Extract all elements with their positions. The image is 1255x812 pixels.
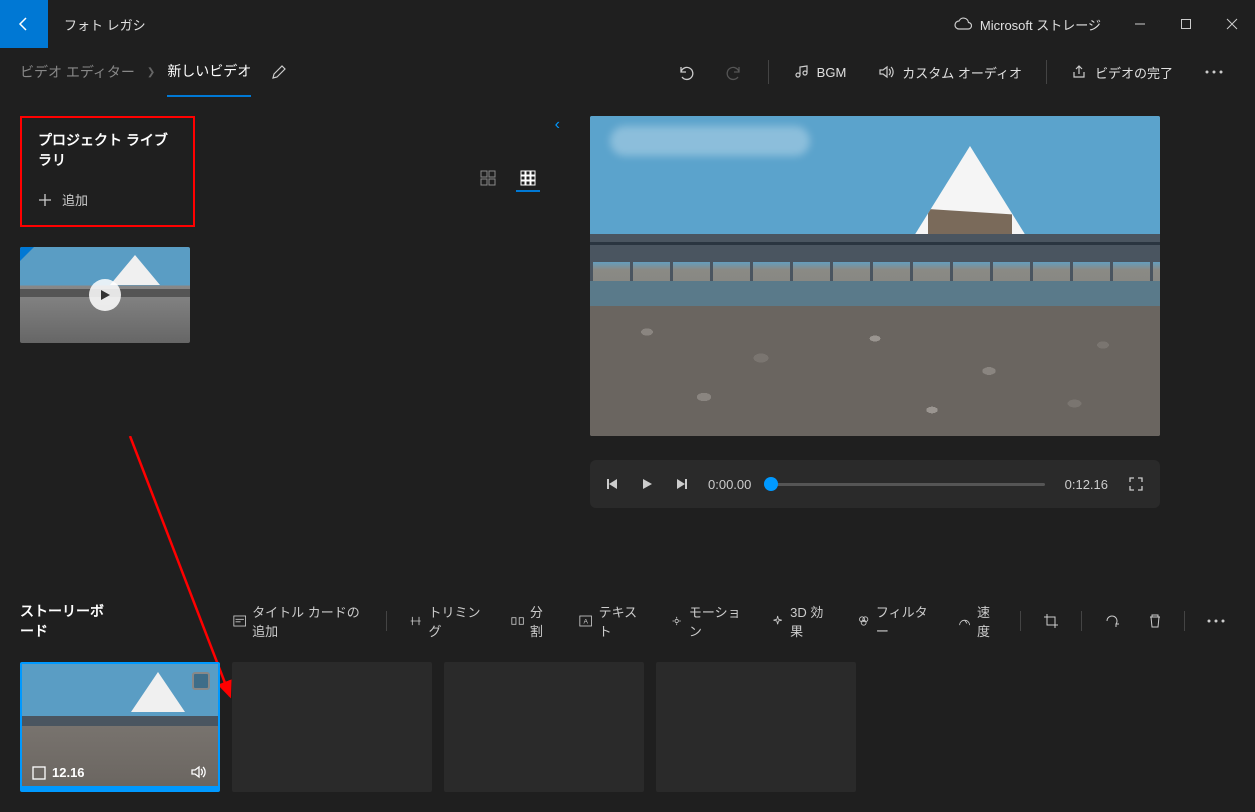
trash-icon: [1148, 613, 1162, 629]
close-button[interactable]: [1209, 0, 1255, 48]
storyboard-empty-slot[interactable]: [656, 662, 856, 792]
view-toggle-large[interactable]: [476, 166, 500, 192]
trim-button[interactable]: トリミング: [399, 596, 493, 646]
volume-icon: [190, 764, 208, 780]
music-icon: [793, 64, 809, 80]
fullscreen-button[interactable]: [1128, 476, 1144, 492]
total-time: 0:12.16: [1065, 477, 1108, 492]
storage-label: Microsoft ストレージ: [980, 15, 1101, 34]
plus-icon: [38, 193, 52, 207]
speed-icon: [958, 614, 971, 628]
text-icon: A: [579, 614, 592, 628]
app-title: フォト レガシ: [64, 15, 146, 34]
redo-icon: [726, 63, 744, 81]
motion-button[interactable]: モーション: [660, 596, 753, 646]
library-header-highlight: プロジェクト ライブラリ 追加: [20, 116, 195, 227]
split-icon: [511, 614, 524, 628]
finish-video-button[interactable]: ビデオの完了: [1059, 55, 1185, 90]
motion-icon: [670, 614, 683, 628]
filter-icon: [857, 614, 870, 628]
undo-button[interactable]: [664, 55, 706, 89]
text-button[interactable]: Aテキスト: [569, 596, 651, 646]
storyboard-title: ストーリーボード: [20, 601, 115, 641]
window-controls: [1117, 0, 1255, 48]
play-overlay-icon: [89, 279, 121, 311]
prev-frame-button[interactable]: [606, 477, 620, 491]
speed-button[interactable]: 速度: [948, 596, 1009, 646]
seek-handle[interactable]: [764, 477, 778, 491]
rename-button[interactable]: [271, 64, 287, 80]
minimize-button[interactable]: [1117, 0, 1163, 48]
breadcrumb-bar: ビデオ エディター ❯ 新しいビデオ BGM カスタム オーディオ ビデオの完了: [0, 48, 1255, 96]
breadcrumb-current[interactable]: 新しいビデオ: [167, 61, 251, 97]
sparkle-icon: [771, 614, 784, 628]
crop-icon: [1043, 613, 1059, 629]
svg-text:A: A: [584, 618, 589, 625]
breadcrumb-editor[interactable]: ビデオ エディター: [20, 62, 135, 82]
bgm-button[interactable]: BGM: [781, 56, 859, 88]
ellipsis-icon: [1205, 70, 1223, 74]
delete-button[interactable]: [1138, 607, 1172, 635]
storyboard-empty-slot[interactable]: [444, 662, 644, 792]
3d-effects-button[interactable]: 3D 効果: [761, 596, 839, 646]
more-button[interactable]: [1193, 62, 1235, 82]
add-label: 追加: [62, 190, 88, 209]
clip-duration: 12.16: [32, 765, 85, 780]
view-toggles: [476, 166, 540, 192]
storage-button[interactable]: Microsoft ストレージ: [938, 15, 1117, 34]
storyboard-clips: 12.16: [20, 662, 1235, 792]
split-button[interactable]: 分割: [501, 596, 562, 646]
library-panel: ‹ プロジェクト ライブラリ 追加: [0, 96, 580, 576]
trim-icon: [409, 614, 422, 628]
ellipsis-icon: [1207, 619, 1225, 623]
speaker-icon: [878, 64, 894, 80]
view-toggle-small[interactable]: [516, 166, 540, 192]
clip-select-checkbox[interactable]: [192, 672, 210, 690]
storyboard-more-button[interactable]: [1197, 613, 1235, 629]
back-button[interactable]: [0, 0, 48, 48]
expand-icon: [32, 766, 46, 780]
top-actions: BGM カスタム オーディオ ビデオの完了: [664, 55, 1235, 90]
playback-bar: 0:00.00 0:12.16: [590, 460, 1160, 508]
arrow-left-icon: [16, 16, 32, 32]
custom-audio-button[interactable]: カスタム オーディオ: [866, 55, 1034, 90]
titlebar: フォト レガシ Microsoft ストレージ: [0, 0, 1255, 48]
divider: [1046, 60, 1047, 84]
pencil-icon: [271, 64, 287, 80]
next-frame-button[interactable]: [674, 477, 688, 491]
library-clip-thumbnail[interactable]: [20, 247, 190, 343]
add-media-button[interactable]: 追加: [38, 190, 177, 209]
rotate-icon: [1104, 613, 1120, 629]
main-area: ‹ プロジェクト ライブラリ 追加: [0, 96, 1255, 576]
current-time: 0:00.00: [708, 477, 751, 492]
preview-panel: 0:00.00 0:12.16: [580, 96, 1255, 576]
finish-label: ビデオの完了: [1095, 63, 1173, 82]
storyboard-clip[interactable]: 12.16: [20, 662, 220, 792]
rotate-button[interactable]: [1094, 607, 1130, 635]
custom-audio-label: カスタム オーディオ: [902, 63, 1022, 82]
export-icon: [1071, 64, 1087, 80]
maximize-button[interactable]: [1163, 0, 1209, 48]
divider: [768, 60, 769, 84]
cloud-icon: [954, 17, 972, 31]
library-title: プロジェクト ライブラリ: [38, 130, 177, 170]
play-button[interactable]: [640, 477, 654, 491]
bgm-label: BGM: [817, 65, 847, 80]
filter-button[interactable]: フィルター: [847, 596, 940, 646]
clip-audio-button[interactable]: [190, 764, 208, 780]
storyboard-empty-slot[interactable]: [232, 662, 432, 792]
crop-button[interactable]: [1033, 607, 1069, 635]
collapse-library-button[interactable]: ‹: [555, 116, 560, 134]
seek-track[interactable]: [771, 483, 1044, 486]
undo-icon: [676, 63, 694, 81]
chevron-right-icon: ❯: [147, 67, 155, 78]
redo-button[interactable]: [714, 55, 756, 89]
preview-video[interactable]: [590, 116, 1160, 436]
